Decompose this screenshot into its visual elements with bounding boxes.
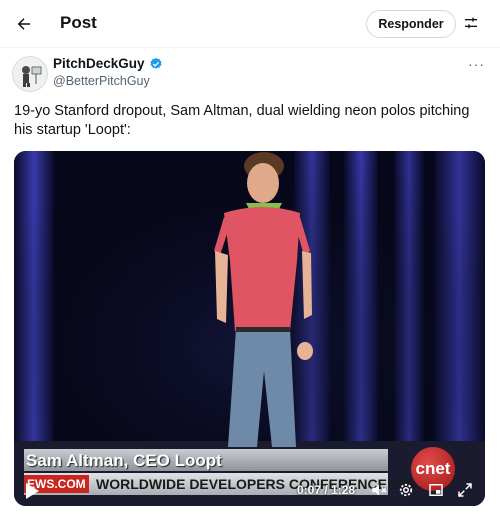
picture-in-picture-icon (429, 484, 443, 496)
fullscreen-button[interactable] (456, 481, 474, 499)
volume-muted-icon (372, 484, 387, 496)
video-player[interactable]: Sam Altman, CEO Loopt EWS.COM WORLDWIDE … (14, 151, 485, 506)
author-block: PitchDeckGuy @BetterPitchGuy (53, 56, 163, 88)
lower-third-caption: Sam Altman, CEO Loopt (26, 451, 222, 470)
page-title: Post (60, 13, 97, 32)
back-button[interactable] (8, 8, 40, 40)
author-name[interactable]: PitchDeckGuy (53, 56, 145, 71)
picture-in-picture-button[interactable] (427, 481, 445, 499)
video-controls: 0:07 / 1:28 (14, 476, 485, 506)
more-options-icon[interactable]: ··· (468, 56, 485, 72)
avatar[interactable] (12, 56, 48, 92)
verified-badge-icon (150, 57, 162, 69)
sliders-icon (465, 17, 477, 29)
top-bar: Post Responder (0, 0, 500, 48)
gear-icon (399, 483, 413, 497)
play-icon (26, 483, 39, 499)
avatar-illustration-icon (13, 57, 47, 91)
author-name-row[interactable]: PitchDeckGuy (53, 56, 163, 71)
video-settings-button[interactable] (397, 481, 415, 499)
reply-button[interactable]: Responder (366, 10, 456, 38)
settings-button[interactable] (460, 12, 482, 34)
expand-icon (458, 483, 472, 497)
video-time: 0:07 / 1:28 (297, 483, 356, 497)
author-handle[interactable]: @BetterPitchGuy (53, 74, 163, 88)
arrow-left-icon (17, 18, 30, 30)
mute-button[interactable] (370, 481, 388, 499)
play-button[interactable] (24, 482, 40, 500)
tweet-text: 19-yo Stanford dropout, Sam Altman, dual… (14, 103, 470, 138)
